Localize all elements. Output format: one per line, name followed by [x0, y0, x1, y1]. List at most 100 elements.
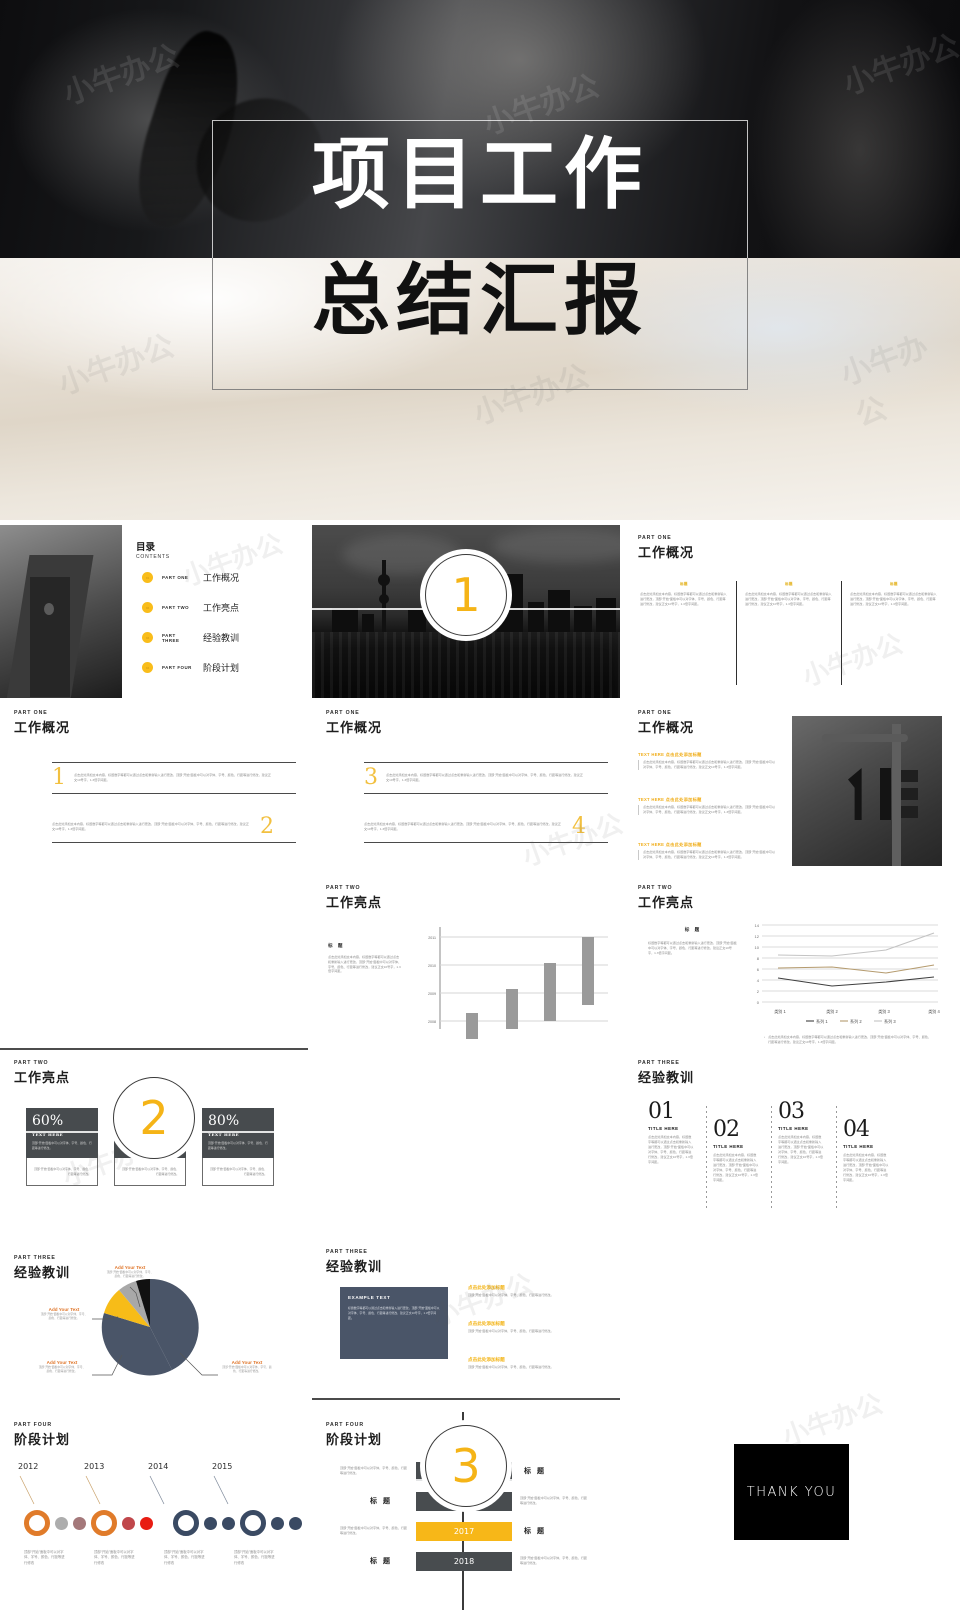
contents-item-2[interactable]: 02 PART TWO 工作亮点 [142, 601, 239, 614]
chart-body: 点击此处添加文本内容，标题数字等都可以通过点击和重新输入进行更改，顶部“开始”面… [328, 955, 402, 974]
svg-text:类别 4: 类别 4 [928, 1008, 940, 1014]
number-body: 点击此处添加文本内容，标题数字等都可以通过点击和重新输入进行更改，顶部“开始”面… [778, 1134, 824, 1164]
slide-bar-chart[interactable]: PART TWO 工作亮点 标 题 点击此处添加文本内容，标题数字等都可以通过点… [312, 875, 620, 1048]
slide-numbers-0104[interactable]: PART THREE 经验教训 01 TITLE HERE 点击此处添加文本内容… [624, 1050, 954, 1223]
svg-text:2010: 2010 [428, 964, 436, 968]
line-chart: 141210 864 20 类别 1 类别 2 类别 3 类别 4 系列 1 系… [755, 923, 941, 1024]
slide-title: 工作概况 [638, 546, 695, 561]
svg-text:10: 10 [755, 945, 760, 950]
text-head: TEXT HERE 点击此处添加标题 [638, 752, 702, 757]
contents-title-en: CONTENTS [136, 554, 170, 560]
chart-subhead: 标 题 [684, 927, 702, 932]
slide-timeline[interactable]: PART FOUR 阶段计划 2012 2013 2014 2015 顶部“开始… [0, 1400, 308, 1612]
contents-part-4: PART FOUR [162, 665, 192, 670]
contents-part-2: PART TWO [162, 605, 190, 610]
slide-contents[interactable]: 目录 CONTENTS 01 PART ONE 工作概况 02 PART TWO… [0, 525, 308, 698]
number-title: TITLE HERE [713, 1143, 744, 1149]
gantt-year: 2017 [453, 1527, 475, 1536]
timeline-dot [55, 1516, 68, 1530]
example-box-body: 标题数字等都可以通过点击和重新输入进行更改，顶部“开始”面板中可以对字体、字号、… [348, 1306, 440, 1320]
slide-line-chart[interactable]: PART TWO 工作亮点 标 题 标题数字等都可以通过点击和重新输入进行更改，… [624, 875, 954, 1048]
list-number: 4 [572, 814, 586, 839]
number-value: 04 [843, 1117, 870, 1142]
timeline-dot [289, 1516, 302, 1530]
tower-shape [378, 560, 390, 633]
contents-item-1[interactable]: 01 PART ONE 工作概况 [142, 571, 239, 584]
column-divider [841, 581, 842, 685]
column-head: 标题 [680, 582, 688, 586]
slide-overview-list-b[interactable]: PART ONE 工作概况 3 点击此处添加文本内容，标题数字等都可以通过点击和… [312, 700, 620, 873]
gantt-bar-2017[interactable]: 2017 [416, 1522, 512, 1541]
industrial-photo [792, 716, 942, 866]
contents-photo [0, 525, 122, 698]
bar-chart: 2011 2010 2009 2008 [428, 927, 608, 1039]
number-divider [836, 1106, 837, 1210]
slide-section-1[interactable]: 1 [312, 525, 620, 698]
list-number: 3 [364, 765, 378, 790]
eyebrow: PART THREE [326, 1249, 368, 1255]
svg-text:4: 4 [757, 978, 760, 983]
timeline-caption: 顶部“开始”面板中可以对字体、字号、颜色、行距等进行修改 [24, 1550, 65, 1565]
slide-pie-chart[interactable]: PART THREE 经验教训 Add Your Text 顶部“开始”面板中可… [0, 1225, 308, 1398]
section-number-badge: 1 [420, 549, 512, 641]
eyebrow: PART ONE [326, 710, 360, 716]
example-text-box: EXAMPLE TEXT 标题数字等都可以通过点击和重新输入进行更改，顶部“开始… [340, 1287, 448, 1359]
example-head: 点击此处添加标题 [468, 1285, 505, 1290]
number-value: 02 [713, 1117, 740, 1142]
example-body: 顶部“开始”面板中可以对字体、字号、颜色、行距等进行修改。 [468, 1293, 554, 1297]
eyebrow: PART ONE [638, 710, 672, 716]
chart-footnote: 点击此处添加文本内容，标题数字等都可以通过点击和重新输入进行更改，顶部“开始”面… [768, 1035, 931, 1044]
slide-title: 工作概况 [14, 721, 71, 736]
text-block-3: TEXT HERE 点击此处添加标题 点击此处添加文本内容，标题数字等都可以通过… [638, 842, 778, 860]
timeline-caption: 顶部“开始”面板中可以对字体、字号、颜色、行距等进行修改 [234, 1550, 275, 1565]
slide-overview-list-a[interactable]: PART ONE 工作概况 1 点击此处添加文本内容，标题数字等都可以通过点击和… [0, 700, 308, 873]
section-number-badge: 3 [420, 1420, 512, 1512]
gantt-note-1: 顶部“开始”面板中可以对字体、字号、颜色、行距等进行修改。 [340, 1466, 408, 1475]
eyebrow: PART TWO [14, 1060, 49, 1066]
eyebrow: PART FOUR [326, 1422, 364, 1428]
gantt-bar-2018[interactable]: 2018 [416, 1552, 512, 1571]
gantt-label-3: 标 题 [524, 1528, 546, 1535]
contents-item-4[interactable]: 04 PART FOUR 阶段计划 [142, 661, 239, 674]
percent-body: 顶部“开始”面板中可以对字体、字号、颜色、行距等进行修改。 [208, 1141, 268, 1150]
list-row-2: 点击此处添加文本内容，标题数字等都可以通过点击和重新输入进行更改，顶部“开始”面… [52, 812, 296, 843]
percent-card[interactable]: 80% TEXT HERE 顶部“开始”面板中可以对字体、字号、颜色、行距等进行… [202, 1108, 274, 1187]
contents-part-3: PART THREE [162, 632, 180, 643]
percent-card[interactable]: 60% TEXT HERE 顶部“开始”面板中可以对字体、字号、颜色、行距等进行… [26, 1108, 98, 1187]
timeline-dot [73, 1516, 86, 1530]
svg-text:类别 3: 类别 3 [878, 1008, 890, 1014]
number-title: TITLE HERE [648, 1125, 679, 1131]
percent-head: TEXT HERE [208, 1132, 240, 1137]
number-value: 03 [778, 1099, 805, 1124]
number-value: 01 [648, 1099, 675, 1124]
slide-title: 工作亮点 [326, 896, 383, 911]
text-block-2: TEXT HERE 点击此处添加标题 点击此处添加文本内容，标题数字等都可以通过… [638, 797, 778, 815]
svg-text:6: 6 [757, 967, 760, 972]
slide-overview-3col[interactable]: PART ONE 工作概况 标题 点击此处添加文本内容，标题数字等都可以通过点击… [624, 525, 954, 698]
list-row-1: 1 点击此处添加文本内容，标题数字等都可以通过点击和重新输入进行更改，顶部“开始… [52, 762, 296, 794]
eyebrow: PART ONE [638, 535, 672, 541]
timeline-dot [222, 1516, 235, 1530]
contents-bullet-1: 01 [142, 572, 153, 583]
slide-thank-you[interactable]: THANK YOU [624, 1400, 954, 1612]
contents-item-3[interactable]: 03 PART THREE 经验教训 [142, 631, 239, 644]
svg-text:系列 1: 系列 1 [816, 1018, 828, 1024]
timeline-ring-2012 [24, 1510, 50, 1536]
number-block-4: 04 TITLE HERE 点击此处添加文本内容，标题数字等都可以通过点击和重新… [843, 1102, 901, 1183]
template-preview-page: 小牛办公 小牛办公 小牛办公 小牛办公 小牛办公 小牛办公 项目工作 总结汇报 … [0, 0, 960, 1617]
slide-title: 经验教训 [326, 1260, 383, 1275]
slide-title: 经验教训 [638, 1071, 695, 1086]
text-body: 点击此处添加文本内容，标题数字等都可以通过点击和重新输入进行更改，顶部“开始”面… [643, 850, 775, 859]
chart-subhead: 标 题 [328, 943, 345, 948]
slide-example-text[interactable]: PART THREE 经验教训 EXAMPLE TEXT 标题数字等都可以通过点… [312, 1225, 620, 1398]
example-item-2: 点击此处添加标题 顶部“开始”面板中可以对字体、字号、颜色、行距等进行修改。 [468, 1321, 602, 1334]
contents-label-4: 阶段计划 [203, 664, 240, 674]
percent-footer: 顶部“开始”面板中可以对字体、字号、颜色、行距等进行修改。 [34, 1166, 91, 1176]
timeline-dot [271, 1516, 284, 1530]
slide-overview-textphoto[interactable]: PART ONE 工作概况 TEXT HERE 点击此处添加标题 点击此处添加文… [624, 700, 954, 873]
number-divider [706, 1106, 707, 1210]
svg-text:2: 2 [757, 989, 760, 994]
number-divider [771, 1106, 772, 1210]
slide-title: 工作亮点 [638, 896, 695, 911]
timeline-dot [122, 1516, 135, 1530]
